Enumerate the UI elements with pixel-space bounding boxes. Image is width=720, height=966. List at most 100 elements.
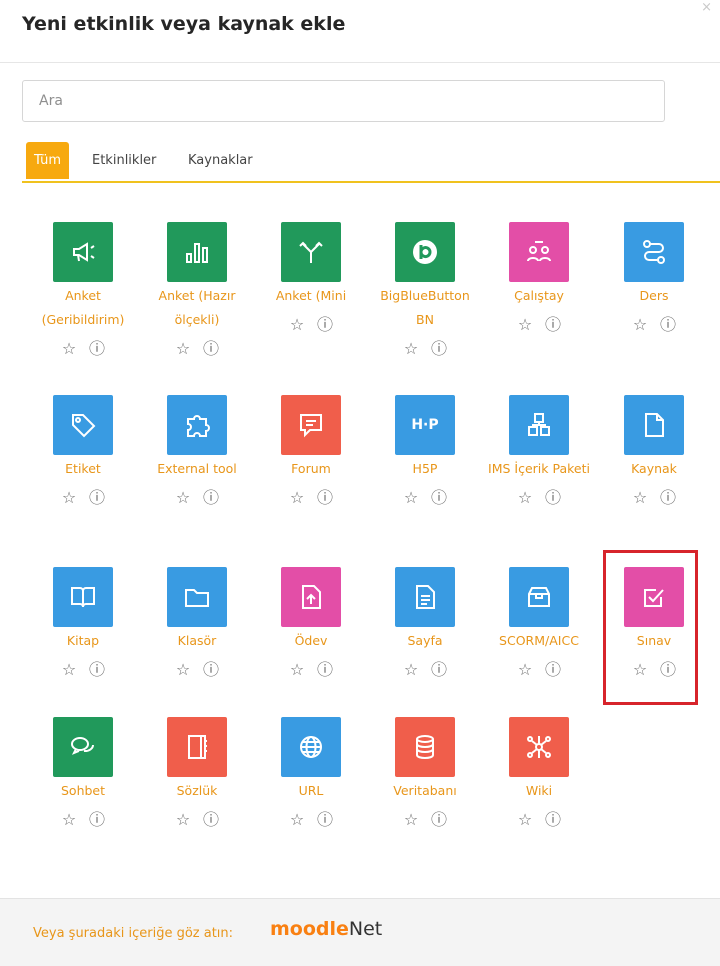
assignment-icon (281, 567, 341, 627)
info-icon[interactable]: ⓘ (425, 484, 453, 508)
activity-item-h5p[interactable]: H·P H5P ☆ ⓘ (368, 395, 482, 508)
star-icon[interactable]: ☆ (397, 339, 425, 358)
star-icon[interactable]: ☆ (169, 488, 197, 507)
activity-label: H5P (412, 461, 438, 476)
star-icon[interactable]: ☆ (169, 810, 197, 829)
star-icon[interactable]: ☆ (55, 660, 83, 679)
star-icon[interactable]: ☆ (511, 660, 539, 679)
activity-item-veritabani[interactable]: Veritabanı ☆ ⓘ (368, 717, 482, 830)
info-icon[interactable]: ⓘ (197, 484, 225, 508)
choice-icon (281, 222, 341, 282)
activity-item-sohbet[interactable]: Sohbet ☆ ⓘ (26, 717, 140, 830)
forum-icon (281, 395, 341, 455)
star-icon[interactable]: ☆ (397, 660, 425, 679)
info-icon[interactable]: ⓘ (539, 484, 567, 508)
activity-item-ders[interactable]: Ders ☆ ⓘ (597, 222, 711, 335)
info-icon[interactable]: ⓘ (539, 311, 567, 335)
activity-item-ims-paket[interactable]: IMS İçerik Paketi ☆ ⓘ (482, 395, 596, 508)
info-icon[interactable]: ⓘ (425, 806, 453, 830)
activity-item-wiki[interactable]: Wiki ☆ ⓘ (482, 717, 596, 830)
search-input[interactable] (22, 80, 665, 122)
star-icon[interactable]: ☆ (169, 339, 197, 358)
info-icon[interactable]: ⓘ (311, 484, 339, 508)
globe-icon (281, 717, 341, 777)
info-icon[interactable]: ⓘ (83, 484, 111, 508)
tab-all[interactable]: Tüm (26, 142, 70, 179)
database-icon (395, 717, 455, 777)
activity-item-calistay[interactable]: Çalıştay ☆ ⓘ (482, 222, 596, 335)
dialog-header: Yeni etkinlik veya kaynak ekle × (0, 0, 720, 63)
activity-item-forum[interactable]: Forum ☆ ⓘ (254, 395, 368, 508)
star-icon[interactable]: ☆ (511, 488, 539, 507)
info-icon[interactable]: ⓘ (654, 311, 682, 335)
activity-item-anket-mini[interactable]: Anket (Mini ☆ ⓘ (254, 222, 368, 335)
star-icon[interactable]: ☆ (283, 660, 311, 679)
activity-label: Ders (639, 288, 669, 303)
wiki-icon (509, 717, 569, 777)
info-icon[interactable]: ⓘ (83, 806, 111, 830)
page-icon (395, 567, 455, 627)
activity-item-odev[interactable]: Ödev ☆ ⓘ (254, 567, 368, 680)
glossary-icon (167, 717, 227, 777)
star-icon[interactable]: ☆ (511, 315, 539, 334)
star-icon[interactable]: ☆ (283, 810, 311, 829)
activity-item-kitap[interactable]: Kitap ☆ ⓘ (26, 567, 140, 680)
info-icon[interactable]: ⓘ (197, 806, 225, 830)
star-icon[interactable]: ☆ (511, 810, 539, 829)
star-icon[interactable]: ☆ (283, 315, 311, 334)
activity-label: Ödev (294, 633, 328, 648)
star-icon[interactable]: ☆ (169, 660, 197, 679)
activity-item-url[interactable]: URL ☆ ⓘ (254, 717, 368, 830)
star-icon[interactable]: ☆ (397, 488, 425, 507)
info-icon[interactable]: ⓘ (654, 484, 682, 508)
activity-item-klasor[interactable]: Klasör ☆ ⓘ (140, 567, 254, 680)
activity-item-etiket[interactable]: Etiket ☆ ⓘ (26, 395, 140, 508)
activity-label: External tool (157, 461, 237, 476)
moodlenet-logo[interactable]: moodleNet (270, 918, 382, 940)
activity-label: SCORM/AICC (499, 633, 579, 648)
info-icon[interactable]: ⓘ (311, 656, 339, 680)
info-icon[interactable]: ⓘ (197, 656, 225, 680)
activity-label: Kaynak (631, 461, 677, 476)
info-icon[interactable]: ⓘ (197, 335, 225, 359)
star-icon[interactable]: ☆ (55, 810, 83, 829)
activity-item-kaynak[interactable]: Kaynak ☆ ⓘ (597, 395, 711, 508)
info-icon[interactable]: ⓘ (539, 656, 567, 680)
tab-activities[interactable]: Etkinlikler (92, 142, 156, 179)
info-icon[interactable]: ⓘ (83, 656, 111, 680)
info-icon[interactable]: ⓘ (539, 806, 567, 830)
moodlenet-logo-net: Net (348, 918, 383, 940)
activity-label: Sohbet (60, 783, 106, 798)
info-icon[interactable]: ⓘ (425, 656, 453, 680)
star-icon[interactable]: ☆ (283, 488, 311, 507)
star-icon[interactable]: ☆ (626, 488, 654, 507)
info-icon[interactable]: ⓘ (83, 335, 111, 359)
activity-item-scorm[interactable]: SCORM/AICC ☆ ⓘ (482, 567, 596, 680)
activity-label: Sayfa (407, 633, 443, 648)
activity-label: IMS İçerik Paketi (488, 461, 590, 476)
info-icon[interactable]: ⓘ (425, 335, 453, 359)
activity-item-bigbluebutton[interactable]: BigBlueButton BN ☆ ⓘ (368, 222, 482, 359)
star-icon[interactable]: ☆ (397, 810, 425, 829)
book-icon (53, 567, 113, 627)
h5p-icon: H·P (395, 395, 455, 455)
star-icon[interactable]: ☆ (55, 339, 83, 358)
info-icon[interactable]: ⓘ (311, 311, 339, 335)
close-icon[interactable]: × (701, 0, 712, 15)
activity-item-sozluk[interactable]: Sözlük ☆ ⓘ (140, 717, 254, 830)
scorm-icon (509, 567, 569, 627)
activity-item-anket-hazir[interactable]: Anket (Hazır ölçekli) ☆ ⓘ (140, 222, 254, 359)
activity-item-external-tool[interactable]: External tool ☆ ⓘ (140, 395, 254, 508)
file-icon (624, 395, 684, 455)
star-icon[interactable]: ☆ (55, 488, 83, 507)
chat-icon (53, 717, 113, 777)
info-icon[interactable]: ⓘ (311, 806, 339, 830)
star-icon[interactable]: ☆ (626, 315, 654, 334)
activity-item-sayfa[interactable]: Sayfa ☆ ⓘ (368, 567, 482, 680)
dialog-title: Yeni etkinlik veya kaynak ekle (22, 13, 346, 35)
activity-item-anket-geribildirim[interactable]: Anket (Geribildirim) ☆ ⓘ (26, 222, 140, 359)
tab-resources[interactable]: Kaynaklar (188, 142, 253, 179)
footer-text: Veya şuradaki içeriğe göz atın: (33, 926, 234, 941)
activity-label: Wiki (525, 783, 553, 798)
activity-label: Sözlük (176, 783, 218, 798)
